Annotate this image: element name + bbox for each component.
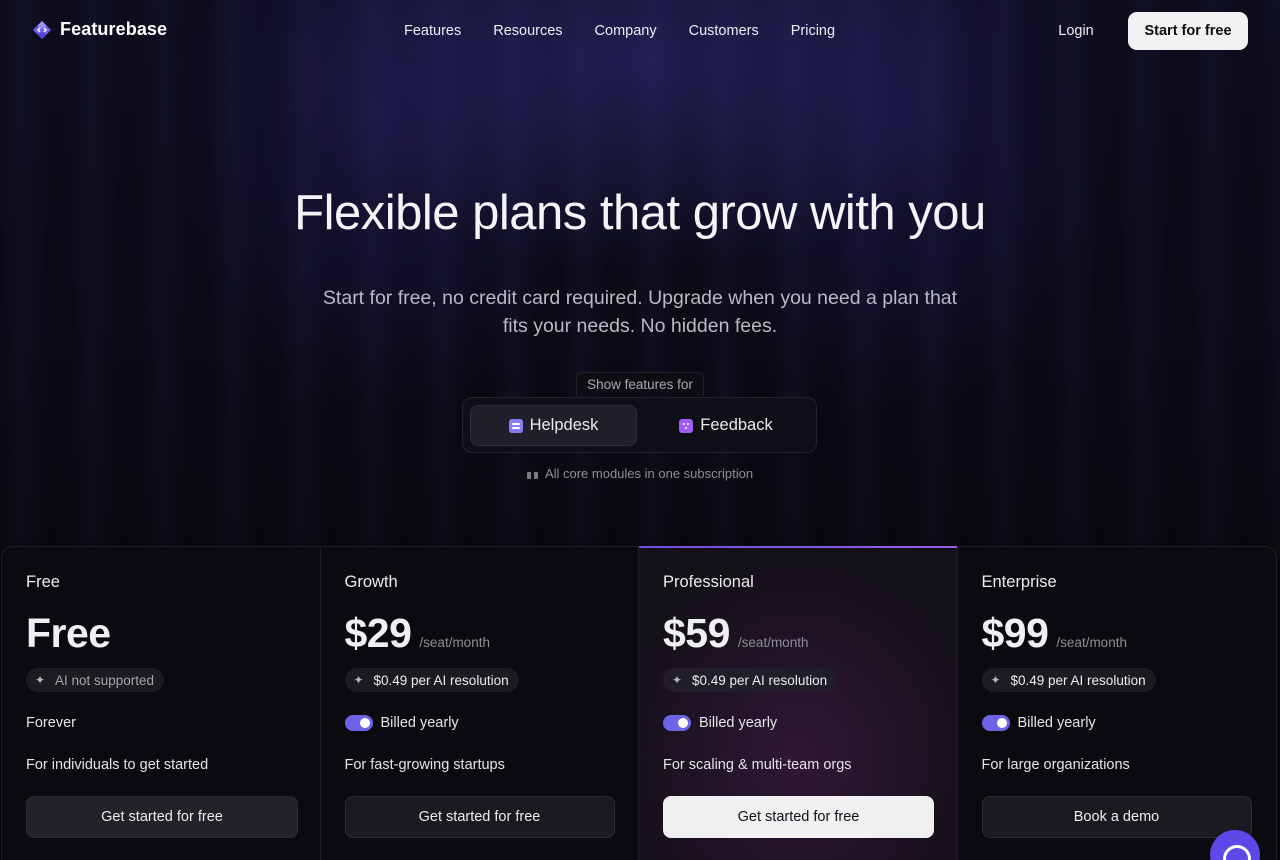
ai-badge-text: AI not supported — [55, 672, 155, 688]
ai-badge-text: $0.49 per AI resolution — [373, 672, 509, 688]
sparkle-icon: ✦ — [990, 672, 1001, 687]
billed-yearly-toggle[interactable] — [663, 715, 691, 731]
helpdesk-icon — [508, 418, 523, 433]
plan-price: $29 — [344, 610, 412, 656]
segment-label: Feedback — [700, 416, 773, 434]
billed-yearly-toggle[interactable] — [981, 715, 1010, 731]
ai-badge-text: $0.49 per AI resolution — [1010, 672, 1146, 688]
nav-item-pricing[interactable]: Pricing — [775, 22, 851, 40]
feedback-icon — [679, 418, 694, 433]
product-switcher: Helpdesk Feedback — [462, 397, 817, 453]
plan-name: Enterprise — [981, 573, 1057, 591]
gift-icon — [526, 468, 538, 479]
ai-badge: ✦ $0.49 per AI resolution — [344, 668, 519, 692]
core-modules-note: All core modules in one subscription — [0, 466, 1280, 481]
plan-name: Free — [26, 573, 60, 591]
plan-card-enterprise: Enterprise $99 /seat/month ✦ $0.49 per A… — [958, 547, 1277, 860]
segment-label: Helpdesk — [529, 416, 599, 434]
price-row: $29 /seat/month — [345, 609, 490, 657]
billing-toggle-row: Billed yearly — [981, 715, 1096, 731]
get-started-growth-button[interactable]: Get started for free — [344, 796, 615, 838]
price-row: $59 /seat/month — [663, 609, 808, 657]
plan-name: Growth — [344, 573, 398, 591]
plan-description: For scaling & multi-team orgs — [663, 757, 852, 773]
login-link[interactable]: Login — [1040, 22, 1112, 40]
plan-card-free: Free Free ✦ AI not supported Forever For… — [2, 547, 321, 860]
price-row: Free — [26, 609, 111, 657]
nav-item-customers[interactable]: Customers — [673, 22, 775, 40]
core-note-text: All core modules in one subscription — [544, 466, 754, 481]
plan-description: For individuals to get started — [26, 757, 209, 773]
page-title: Flexible plans that grow with you — [294, 186, 986, 240]
main-menu: Features Resources Company Customers Pri… — [388, 22, 851, 40]
plan-name: Professional — [663, 573, 754, 591]
plan-description: For large organizations — [981, 757, 1130, 773]
nav-item-resources[interactable]: Resources — [477, 22, 578, 40]
show-features-label: Show features for — [576, 372, 704, 396]
ai-badge-text: $0.49 per AI resolution — [692, 672, 828, 688]
price-unit: /seat/month — [737, 635, 809, 650]
ai-badge: ✦ $0.49 per AI resolution — [981, 668, 1156, 692]
page-subtitle: Start for free, no credit card required.… — [322, 287, 958, 337]
plan-price: Free — [26, 610, 111, 656]
segment-helpdesk[interactable]: Helpdesk — [470, 405, 637, 446]
get-started-free-button[interactable]: Get started for free — [26, 796, 298, 838]
brand-name: Featurebase — [60, 19, 168, 39]
brand-logo[interactable]: Featurebase — [32, 19, 167, 40]
billing-label: Billed yearly — [699, 715, 778, 731]
price-unit: /seat/month — [1056, 635, 1127, 650]
nav-item-features[interactable]: Features — [388, 22, 477, 40]
segment-feedback[interactable]: Feedback — [641, 405, 811, 446]
price-unit: /seat/month — [419, 635, 490, 650]
price-row: $99 /seat/month — [982, 609, 1127, 657]
billing-toggle-row: Billed yearly — [344, 715, 459, 731]
billed-yearly-toggle[interactable] — [344, 715, 373, 731]
sparkle-icon: ✦ — [35, 672, 46, 687]
featurebase-logo-icon — [33, 20, 51, 39]
get-started-professional-button[interactable]: Get started for free — [663, 796, 934, 838]
billing-note: Forever — [26, 715, 76, 731]
plan-price: $59 — [663, 610, 730, 656]
billing-label: Billed yearly — [380, 715, 459, 731]
plan-price: $99 — [981, 610, 1049, 656]
ai-badge: ✦ $0.49 per AI resolution — [663, 668, 838, 692]
top-navbar: Featurebase Features Resources Company C… — [0, 0, 1280, 62]
sparkle-icon: ✦ — [672, 672, 683, 687]
start-for-free-button[interactable]: Start for free — [1128, 12, 1248, 50]
plan-description: For fast-growing startups — [344, 757, 505, 773]
ai-badge: ✦ AI not supported — [26, 668, 165, 692]
billing-toggle-row: Billed yearly — [663, 715, 777, 731]
plan-card-professional: Professional $59 /seat/month ✦ $0.49 per… — [639, 546, 958, 860]
nav-item-company[interactable]: Company — [579, 22, 673, 40]
pricing-plans: Free Free ✦ AI not supported Forever For… — [1, 546, 1277, 860]
billing-label: Billed yearly — [1017, 715, 1096, 731]
book-demo-button[interactable]: Book a demo — [981, 796, 1252, 838]
plan-card-growth: Growth $29 /seat/month ✦ $0.49 per AI re… — [321, 547, 639, 860]
sparkle-icon: ✦ — [353, 672, 364, 687]
